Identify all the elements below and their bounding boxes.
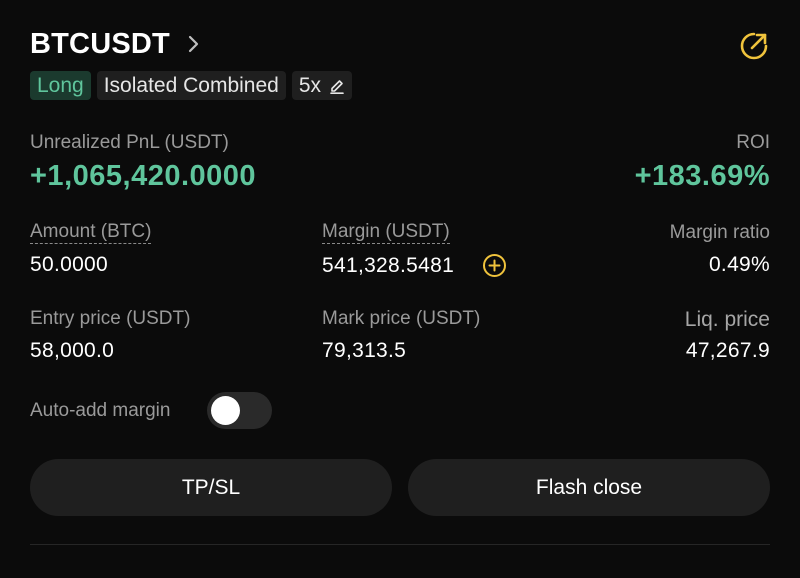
leverage-button[interactable]: 5x [291, 71, 353, 100]
toggle-knob [211, 396, 240, 425]
margin-label[interactable]: Margin (USDT) [322, 221, 450, 244]
roi-value: +183.69% [634, 160, 770, 192]
tpsl-button[interactable]: TP/SL [30, 459, 392, 516]
position-card: BTCUSDT Long Isolated Combined 5x Unreal… [0, 0, 800, 578]
entry-price-label: Entry price (USDT) [30, 308, 191, 329]
auto-add-margin-label: Auto-add margin [30, 400, 171, 421]
mark-price-value: 79,313.5 [322, 339, 407, 362]
margin-value: 541,328.5481 [322, 254, 455, 277]
share-icon[interactable] [738, 30, 770, 62]
amount-label-text[interactable]: Amount (BTC) [30, 221, 152, 244]
leverage-value: 5x [298, 74, 322, 97]
amount-value: 50.0000 [30, 253, 109, 276]
unrealized-pnl-value: +1,065,420.0000 [30, 160, 257, 192]
liq-price-label: Liq. price [684, 308, 770, 331]
plus-circle-icon[interactable] [482, 253, 507, 278]
entry-price-value: 58,000.0 [30, 339, 115, 362]
margin-ratio-value: 0.49% [708, 253, 770, 276]
amount-label[interactable]: Amount (BTC) [30, 221, 152, 244]
flash-close-button[interactable]: Flash close [408, 459, 770, 516]
roi-label: ROI [736, 132, 770, 153]
liq-price-value: 47,267.9 [685, 339, 770, 362]
margin-label-text[interactable]: Margin (USDT) [322, 221, 450, 244]
unrealized-pnl-label: Unrealized PnL (USDT) [30, 132, 229, 153]
symbol-header[interactable]: BTCUSDT [30, 24, 200, 64]
margin-mode-badge: Isolated Combined [96, 71, 286, 100]
chevron-right-icon[interactable] [188, 34, 200, 54]
divider [30, 544, 770, 545]
position-tags: Long Isolated Combined 5x [30, 71, 353, 100]
mark-price-label: Mark price (USDT) [322, 308, 481, 329]
margin-ratio-label: Margin ratio [669, 222, 770, 243]
symbol-title[interactable]: BTCUSDT [30, 28, 170, 61]
pencil-icon [329, 78, 345, 94]
auto-add-margin-toggle[interactable] [207, 392, 272, 429]
side-badge: Long [30, 71, 91, 100]
